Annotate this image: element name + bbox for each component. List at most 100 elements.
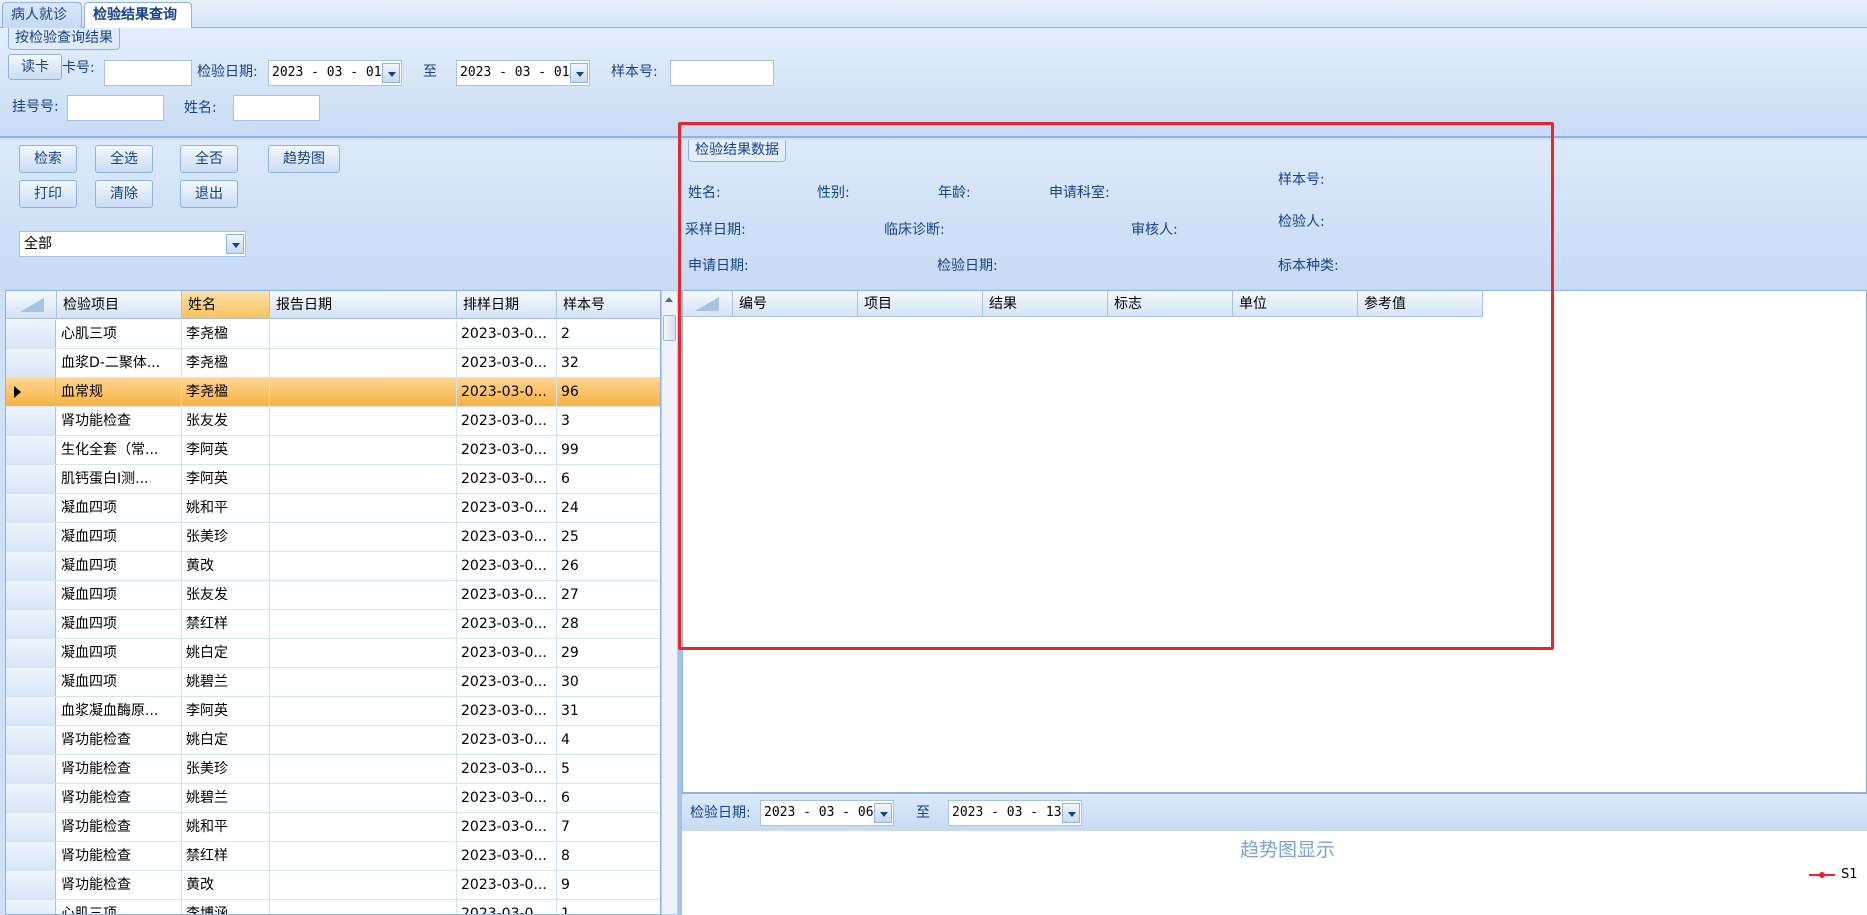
trend-date-to-value: 2023 - 03 - 13: [952, 805, 1062, 820]
cell-item: 凝血四项: [57, 581, 182, 609]
card-no-input[interactable]: [104, 60, 192, 86]
table-row[interactable]: 凝血四项 张友发 2023-03-0... 27: [6, 581, 660, 610]
row-header[interactable]: [6, 755, 56, 783]
select-none-button[interactable]: 全否: [180, 145, 238, 173]
cell-item: 凝血四项: [57, 668, 182, 696]
cell-sample-date: 2023-03-0...: [457, 697, 557, 725]
column-header-item[interactable]: 检验项目: [57, 291, 182, 319]
trend-date-bar: 检验日期: 2023 - 03 - 06 至 2023 - 03 - 13: [682, 793, 1867, 831]
trend-date-from-picker[interactable]: 2023 - 03 - 06: [760, 800, 894, 826]
table-row[interactable]: 凝血四项 禁红样 2023-03-0... 28: [6, 610, 660, 639]
row-header[interactable]: [6, 320, 56, 348]
table-row[interactable]: 肾功能检查 姚白定 2023-03-0... 4: [6, 726, 660, 755]
column-header-name[interactable]: 姓名: [182, 291, 270, 319]
chevron-down-icon[interactable]: [1062, 803, 1080, 823]
cell-item: 血浆凝血酶原...: [57, 697, 182, 725]
cell-report-date: [270, 610, 457, 638]
cell-name: 李阿英: [182, 697, 270, 725]
row-header[interactable]: [6, 784, 56, 812]
table-row[interactable]: 血常规 李尧楹 2023-03-0... 96: [6, 378, 660, 407]
name-input[interactable]: [233, 95, 320, 121]
read-card-button[interactable]: 读卡: [8, 54, 62, 80]
filter-select[interactable]: 全部: [19, 231, 246, 257]
cell-item: 肾功能检查: [57, 871, 182, 899]
cell-sample-no: 24: [557, 494, 660, 522]
table-row[interactable]: 肾功能检查 张美珍 2023-03-0... 5: [6, 755, 660, 784]
search-button[interactable]: 检索: [19, 145, 77, 173]
row-header[interactable]: [6, 436, 56, 464]
cell-sample-no: 9: [557, 871, 660, 899]
table-row[interactable]: 心肌三项 李尧楹 2023-03-0... 2: [6, 320, 660, 349]
row-header[interactable]: [6, 581, 56, 609]
table-row[interactable]: 肾功能检查 黄改 2023-03-0... 9: [6, 871, 660, 900]
table-row[interactable]: 肌钙蛋白I测... 李阿英 2023-03-0... 6: [6, 465, 660, 494]
column-header-sample-date[interactable]: 排样日期: [457, 291, 557, 319]
trend-chart-button[interactable]: 趋势图: [268, 145, 340, 173]
table-row[interactable]: 心肌三项 李博涵 2023-03-0... 1: [6, 900, 660, 914]
cell-item: 肾功能检查: [57, 407, 182, 435]
row-header[interactable]: [6, 726, 56, 754]
row-header[interactable]: [6, 523, 56, 551]
row-header[interactable]: [6, 465, 56, 493]
trend-date-to-picker[interactable]: 2023 - 03 - 13: [948, 800, 1082, 826]
table-row[interactable]: 肾功能检查 张友发 2023-03-0... 3: [6, 407, 660, 436]
table-row[interactable]: 凝血四项 张美珍 2023-03-0... 25: [6, 523, 660, 552]
cell-report-date: [270, 755, 457, 783]
clear-button[interactable]: 清除: [95, 180, 153, 208]
table-row[interactable]: 凝血四项 姚白定 2023-03-0... 29: [6, 639, 660, 668]
row-header[interactable]: [6, 871, 56, 899]
row-header[interactable]: [6, 900, 56, 914]
column-header-sample-no[interactable]: 样本号: [557, 291, 660, 319]
row-header[interactable]: [6, 813, 56, 841]
tab-lab-result-query[interactable]: 检验结果查询: [84, 2, 192, 29]
exam-date-to-picker[interactable]: 2023 - 03 - 01: [456, 60, 590, 86]
row-header[interactable]: [6, 349, 56, 377]
cell-name: 姚碧兰: [182, 668, 270, 696]
cell-sample-date: 2023-03-0...: [457, 871, 557, 899]
table-row[interactable]: 肾功能检查 姚碧兰 2023-03-0... 6: [6, 784, 660, 813]
chevron-down-icon[interactable]: [382, 63, 400, 83]
table-row[interactable]: 肾功能检查 姚和平 2023-03-0... 7: [6, 813, 660, 842]
row-header[interactable]: [6, 407, 56, 435]
table-row[interactable]: 凝血四项 姚碧兰 2023-03-0... 30: [6, 668, 660, 697]
list-scrollbar[interactable]: [661, 290, 678, 915]
cell-sample-no: 96: [557, 378, 660, 406]
chevron-down-icon[interactable]: [874, 803, 892, 823]
row-header[interactable]: [6, 697, 56, 725]
row-header[interactable]: [6, 494, 56, 522]
row-header[interactable]: [6, 842, 56, 870]
cell-sample-no: 8: [557, 842, 660, 870]
tab-patient-visit[interactable]: 病人就诊: [2, 2, 82, 28]
table-row[interactable]: 血浆凝血酶原... 李阿英 2023-03-0... 31: [6, 697, 660, 726]
row-header[interactable]: [6, 610, 56, 638]
table-row[interactable]: 凝血四项 黄改 2023-03-0... 26: [6, 552, 660, 581]
sample-no-input[interactable]: [670, 60, 774, 86]
cell-item: 凝血四项: [57, 639, 182, 667]
print-button[interactable]: 打印: [19, 180, 77, 208]
row-header[interactable]: [6, 639, 56, 667]
table-row[interactable]: 生化全套（常... 李阿英 2023-03-0... 99: [6, 436, 660, 465]
row-header[interactable]: [6, 668, 56, 696]
exit-button[interactable]: 退出: [180, 180, 238, 208]
exam-date-from-picker[interactable]: 2023 - 03 - 01: [268, 60, 402, 86]
chevron-down-icon[interactable]: [226, 234, 244, 254]
cell-name: 姚白定: [182, 726, 270, 754]
cell-name: 李阿英: [182, 465, 270, 493]
table-row[interactable]: 肾功能检查 禁红样 2023-03-0... 8: [6, 842, 660, 871]
row-header[interactable]: [6, 378, 56, 406]
row-header[interactable]: [6, 552, 56, 580]
column-header-report-date[interactable]: 报告日期: [270, 291, 457, 319]
cell-sample-no: 27: [557, 581, 660, 609]
chevron-down-icon[interactable]: [570, 63, 588, 83]
table-row[interactable]: 血浆D-二聚体... 李尧楹 2023-03-0... 32: [6, 349, 660, 378]
cell-item: 生化全套（常...: [57, 436, 182, 464]
scroll-up-arrow-icon[interactable]: [663, 293, 676, 307]
select-all-button[interactable]: 全选: [95, 145, 153, 173]
table-row[interactable]: 凝血四项 姚和平 2023-03-0... 24: [6, 494, 660, 523]
scroll-thumb[interactable]: [663, 315, 676, 341]
reg-no-input[interactable]: [67, 95, 164, 121]
cell-item: 血浆D-二聚体...: [57, 349, 182, 377]
cell-report-date: [270, 784, 457, 812]
grid-corner[interactable]: [6, 291, 57, 319]
card-no-label: 卡号:: [62, 60, 95, 76]
